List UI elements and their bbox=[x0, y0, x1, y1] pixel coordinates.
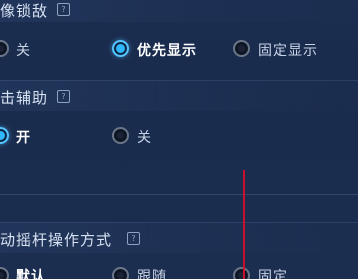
radio-avatar-lock-fixed[interactable] bbox=[233, 40, 250, 57]
section-header-avatar-lock bbox=[0, 0, 358, 22]
option-label-joystick-default[interactable]: 默认 bbox=[16, 266, 46, 279]
section-divider bbox=[0, 194, 358, 195]
option-label-avatar-lock-priority[interactable]: 优先显示 bbox=[137, 40, 197, 60]
radio-joystick-default[interactable] bbox=[0, 267, 9, 279]
option-label-avatar-lock-off[interactable]: 关 bbox=[16, 40, 31, 60]
radio-attack-assist-on[interactable] bbox=[0, 127, 9, 144]
section-header-attack-assist bbox=[0, 80, 358, 111]
option-label-attack-assist-off[interactable]: 关 bbox=[137, 127, 152, 147]
radio-attack-assist-off[interactable] bbox=[112, 127, 129, 144]
section-title-attack-assist: 攻击辅助 bbox=[0, 89, 49, 107]
radio-joystick-fixed[interactable] bbox=[233, 267, 250, 279]
option-label-avatar-lock-fixed[interactable]: 固定显示 bbox=[258, 40, 318, 60]
info-icon[interactable]: ? bbox=[127, 232, 140, 245]
section-title-avatar-lock: 头像锁敌 bbox=[0, 2, 49, 20]
radio-joystick-follow[interactable] bbox=[112, 267, 129, 279]
annotation-line bbox=[243, 170, 245, 279]
radio-avatar-lock-priority[interactable] bbox=[112, 40, 129, 57]
info-icon[interactable]: ? bbox=[57, 90, 70, 103]
settings-panel: 头像锁敌 ? 关 优先显示 固定显示 攻击辅助 ? 开 关 移动摇杆操作方式 ?… bbox=[0, 0, 358, 279]
option-label-joystick-follow[interactable]: 跟随 bbox=[137, 266, 167, 279]
option-label-joystick-fixed[interactable]: 固定 bbox=[258, 266, 288, 279]
radio-avatar-lock-off[interactable] bbox=[0, 40, 9, 57]
info-icon[interactable]: ? bbox=[57, 3, 70, 16]
option-label-attack-assist-on[interactable]: 开 bbox=[16, 127, 31, 147]
section-title-joystick-mode: 移动摇杆操作方式 bbox=[0, 231, 113, 249]
